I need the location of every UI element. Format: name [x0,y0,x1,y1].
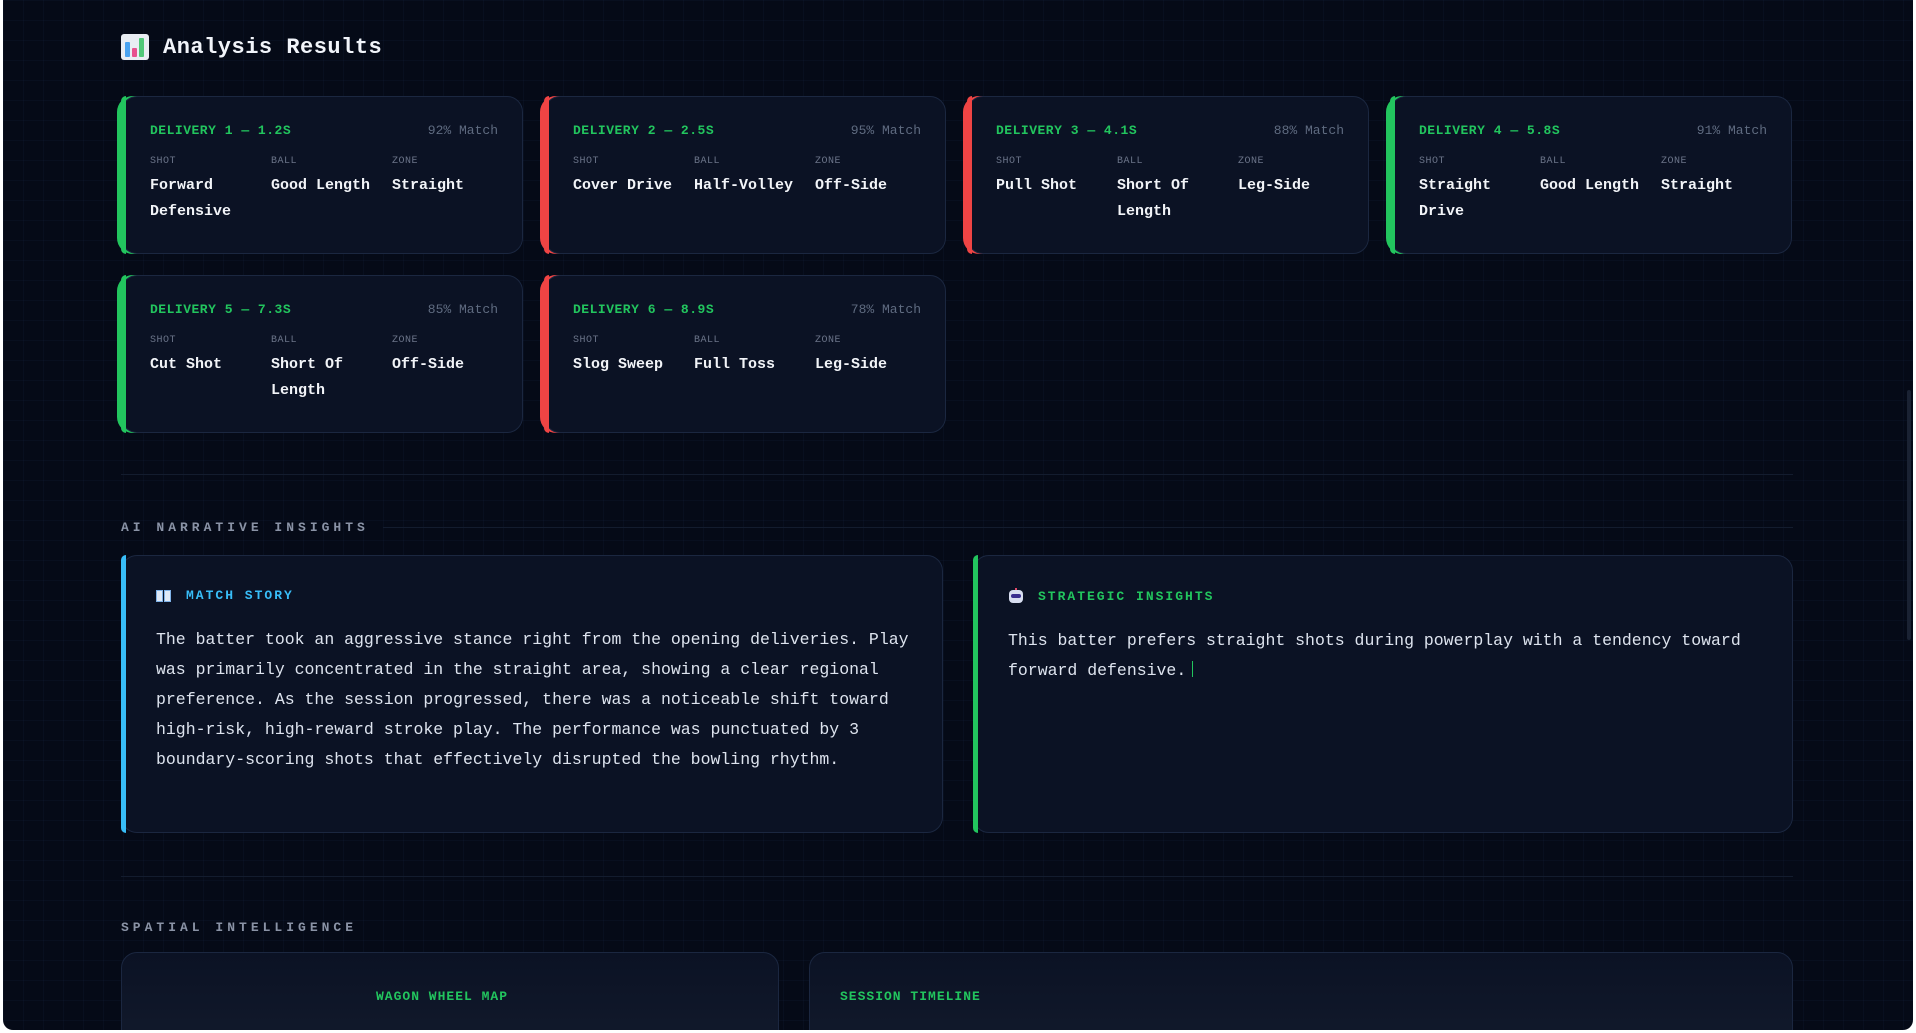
ball-value: Full Toss [694,356,776,373]
book-icon [156,589,172,602]
results-header: Analysis Results [121,34,382,60]
spatial-heading: SPATIAL INTELLIGENCE [121,920,358,935]
ball-value: Good Length [271,177,371,194]
shot-label: SHOT [150,335,177,346]
robot-icon [1008,588,1024,604]
match-score: 78% Match [850,302,921,317]
delivery-title: DELIVERY 2 — 2.5S [573,123,715,138]
analysis-page: Analysis Results DELIVERY 1 — 1.2S 92% M… [3,0,1913,1030]
shot-value: Slog Sweep [573,356,664,373]
shot-label: SHOT [573,156,600,167]
ball-label: BALL [1117,156,1144,167]
wagon-wheel-card: WAGON WHEEL MAP [121,952,779,1030]
zone-label: ZONE [1238,156,1265,167]
shot-value: Cut Shot [150,356,223,373]
zone-label: ZONE [392,156,419,167]
delivery-title: DELIVERY 6 — 8.9S [573,302,715,317]
match-score: 88% Match [1273,123,1344,138]
strategic-insights-text: This batter prefers straight shots durin… [1008,626,1760,686]
delivery-card[interactable]: DELIVERY 1 — 1.2S 92% Match SHOT Forward … [121,96,523,254]
match-score: 85% Match [427,302,498,317]
scrollbar-thumb[interactable] [1907,390,1911,640]
delivery-card[interactable]: DELIVERY 6 — 8.9S 78% Match SHOT Slog Swe… [544,275,946,433]
match-story-text: The batter took an aggressive stance rig… [156,630,909,769]
ball-label: BALL [694,156,721,167]
delivery-title: DELIVERY 4 — 5.8S [1419,123,1561,138]
match-score: 91% Match [1696,123,1767,138]
ball-value: Half-Volley [694,177,794,194]
strategic-insights-title: STRATEGIC INSIGHTS [1038,588,1215,604]
ball-label: BALL [271,156,298,167]
shot-value: Pull Shot [996,177,1078,194]
delivery-card[interactable]: DELIVERY 5 — 7.3S 85% Match SHOT Cut Shot… [121,275,523,433]
zone-value: Leg-Side [815,356,888,373]
session-timeline-card: SESSION TIMELINE [809,952,1793,1030]
zone-value: Straight [1661,177,1734,194]
section-divider [121,876,1793,877]
match-story-card: MATCH STORY The batter took an aggressiv… [121,555,943,833]
wagon-wheel-title: WAGON WHEEL MAP [376,989,509,1004]
delivery-title: DELIVERY 5 — 7.3S [150,302,292,317]
zone-label: ZONE [1661,156,1688,167]
zone-label: ZONE [815,156,842,167]
delivery-title: DELIVERY 3 — 4.1S [996,123,1138,138]
delivery-grid: DELIVERY 1 — 1.2S 92% Match SHOT Forward … [121,96,1793,433]
shot-label: SHOT [1419,156,1446,167]
strategic-insights-body: This batter prefers straight shots durin… [1008,631,1741,680]
shot-value: Straight Drive [1419,177,1492,220]
delivery-card[interactable]: DELIVERY 4 — 5.8S 91% Match SHOT Straight… [1390,96,1792,254]
narrative-heading: AI NARRATIVE INSIGHTS [121,520,369,535]
ball-label: BALL [271,335,298,346]
ball-label: BALL [694,335,721,346]
zone-value: Off-Side [392,356,465,373]
bar-chart-icon [121,34,149,60]
shot-label: SHOT [573,335,600,346]
shot-label: SHOT [150,156,177,167]
match-score: 95% Match [850,123,921,138]
strategic-insights-card: STRATEGIC INSIGHTS This batter prefers s… [973,555,1793,833]
shot-label: SHOT [996,156,1023,167]
zone-value: Off-Side [815,177,888,194]
ball-value: Short Of Length [1117,177,1190,220]
page-title: Analysis Results [163,34,383,60]
typing-cursor [1192,661,1194,677]
zone-value: Straight [392,177,465,194]
section-divider [121,474,1793,475]
match-story-title: MATCH STORY [186,588,294,603]
zone-value: Leg-Side [1238,177,1311,194]
delivery-card[interactable]: DELIVERY 2 — 2.5S 95% Match SHOT Cover Dr… [544,96,946,254]
ball-value: Good Length [1540,177,1640,194]
zone-label: ZONE [392,335,419,346]
shot-value: Cover Drive [573,177,673,194]
ball-label: BALL [1540,156,1567,167]
delivery-card[interactable]: DELIVERY 3 — 4.1S 88% Match SHOT Pull Sho… [967,96,1369,254]
zone-label: ZONE [815,335,842,346]
heading-rule [383,527,1793,528]
shot-value: Forward Defensive [150,177,232,220]
session-timeline-title: SESSION TIMELINE [840,989,981,1004]
match-score: 92% Match [427,123,498,138]
delivery-title: DELIVERY 1 — 1.2S [150,123,292,138]
ball-value: Short Of Length [271,356,344,399]
